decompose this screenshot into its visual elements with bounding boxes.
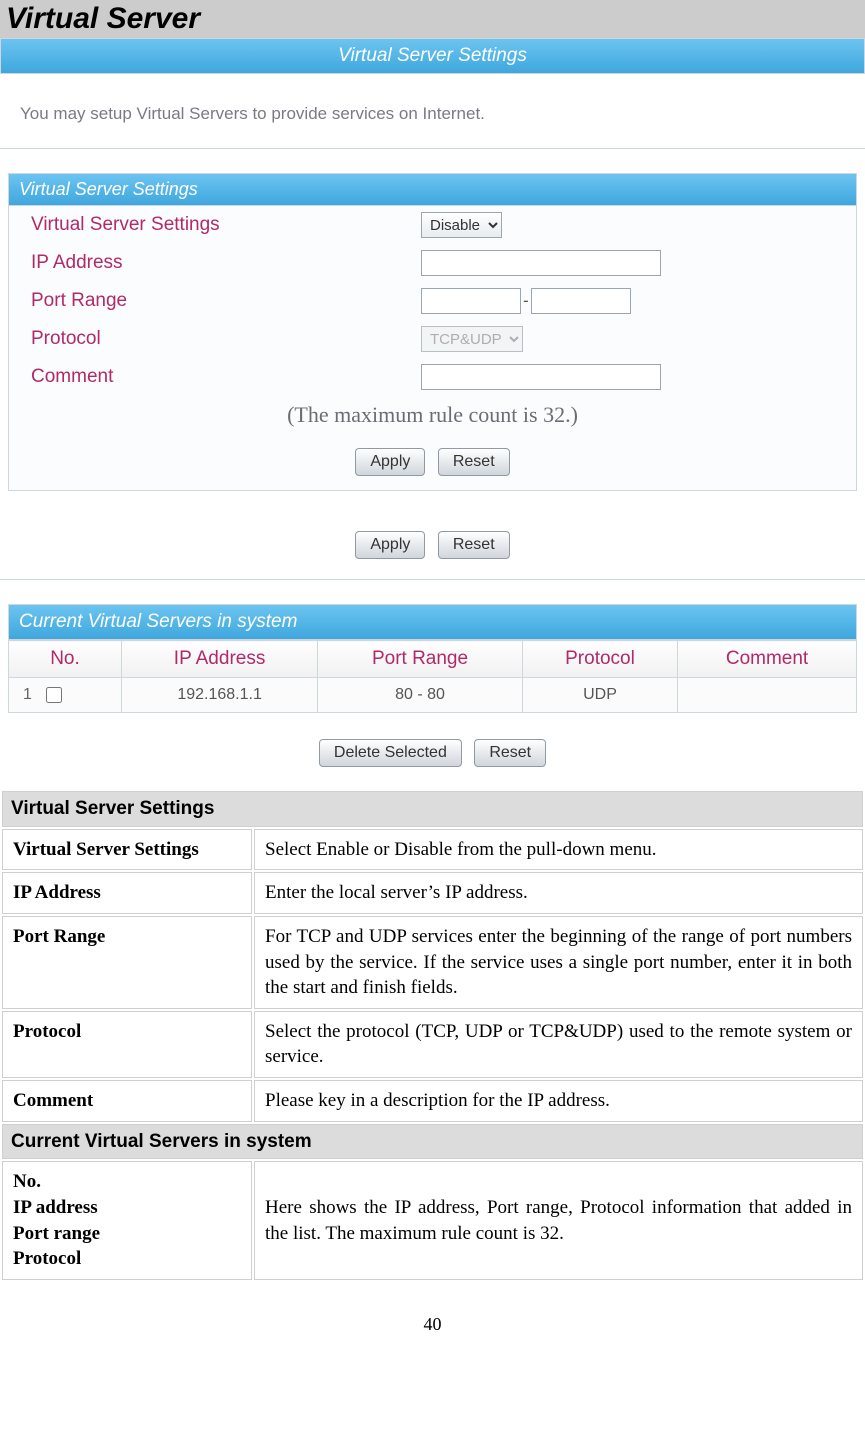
cell-no: 1 <box>9 678 122 713</box>
doc-desc-proto: Select the protocol (TCP, UDP or TCP&UDP… <box>254 1011 863 1078</box>
row-protocol: Protocol TCP&UDP <box>9 320 856 358</box>
doc-key-ip: IP Address <box>2 872 252 914</box>
col-ip: IP Address <box>122 641 318 678</box>
label-protocol: Protocol <box>31 328 421 350</box>
col-proto: Protocol <box>522 641 677 678</box>
port-to-input[interactable] <box>531 288 631 314</box>
settings-box: Virtual Server Settings Virtual Server S… <box>8 173 857 491</box>
apply-button-1[interactable]: Apply <box>355 448 425 476</box>
row-vss: Virtual Server Settings Disable <box>9 206 856 244</box>
panel-title: Virtual Server Settings <box>0 38 865 74</box>
doc-desc-port: For TCP and UDP services enter the begin… <box>254 916 863 1009</box>
col-comment: Comment <box>678 641 857 678</box>
delete-selected-button[interactable]: Delete Selected <box>319 739 462 767</box>
protocol-select[interactable]: TCP&UDP <box>421 326 523 352</box>
doc-key-comment: Comment <box>2 1080 252 1122</box>
reset-button-3[interactable]: Reset <box>474 739 546 767</box>
current-buttons: Delete Selected Reset <box>0 713 865 781</box>
doc-section-2: Current Virtual Servers in system <box>2 1124 863 1160</box>
cell-port: 80 - 80 <box>318 678 523 713</box>
doc-section-1: Virtual Server Settings <box>2 791 863 827</box>
row-checkbox[interactable] <box>46 687 62 703</box>
doc-desc-current: Here shows the IP address, Port range, P… <box>254 1161 863 1280</box>
row-comment: Comment <box>9 358 856 396</box>
page-title: Virtual Server <box>0 0 865 38</box>
doc-desc-comment: Please key in a description for the IP a… <box>254 1080 863 1122</box>
panel-subtext: You may setup Virtual Servers to provide… <box>0 74 865 148</box>
cell-comment <box>678 678 857 713</box>
current-table: No. IP Address Port Range Protocol Comme… <box>8 640 857 713</box>
label-ip: IP Address <box>31 252 421 274</box>
doc-key-proto: Protocol <box>2 1011 252 1078</box>
doc-table: Virtual Server Settings Virtual Server S… <box>0 789 865 1282</box>
cell-proto: UDP <box>522 678 677 713</box>
label-comment: Comment <box>31 366 421 388</box>
col-no: No. <box>9 641 122 678</box>
col-port: Port Range <box>318 641 523 678</box>
table-row: 1 192.168.1.1 80 - 80 UDP <box>9 678 857 713</box>
apply-button-2[interactable]: Apply <box>355 531 425 559</box>
doc-desc-vss: Select Enable or Disable from the pull-d… <box>254 829 863 871</box>
screenshot-region: Virtual Server Settings You may setup Vi… <box>0 38 865 785</box>
doc-key-current: No. IP address Port range Protocol <box>2 1161 252 1280</box>
reset-button-2[interactable]: Reset <box>438 531 510 559</box>
form-buttons-2: Apply Reset <box>0 491 865 573</box>
port-dash: - <box>523 291 529 311</box>
divider-2 <box>0 579 865 580</box>
comment-input[interactable] <box>421 364 661 390</box>
cell-ip: 192.168.1.1 <box>122 678 318 713</box>
port-from-input[interactable] <box>421 288 521 314</box>
row-port: Port Range - <box>9 282 856 320</box>
current-box: Current Virtual Servers in system No. IP… <box>8 604 857 713</box>
label-vss: Virtual Server Settings <box>31 214 421 236</box>
row-number: 1 <box>23 686 32 703</box>
row-ip: IP Address <box>9 244 856 282</box>
vss-select[interactable]: Disable <box>421 212 502 238</box>
form-buttons-1: Apply Reset <box>9 440 856 490</box>
divider <box>0 148 865 149</box>
doc-key-vss: Virtual Server Settings <box>2 829 252 871</box>
label-port: Port Range <box>31 290 421 312</box>
doc-desc-ip: Enter the local server’s IP address. <box>254 872 863 914</box>
ip-input[interactable] <box>421 250 661 276</box>
settings-header: Virtual Server Settings <box>9 174 856 206</box>
header-row: No. IP Address Port Range Protocol Comme… <box>9 641 857 678</box>
max-rule-note: (The maximum rule count is 32.) <box>9 396 856 440</box>
current-title: Current Virtual Servers in system <box>8 604 857 640</box>
page-number: 40 <box>0 1282 865 1343</box>
doc-key-port: Port Range <box>2 916 252 1009</box>
reset-button-1[interactable]: Reset <box>438 448 510 476</box>
